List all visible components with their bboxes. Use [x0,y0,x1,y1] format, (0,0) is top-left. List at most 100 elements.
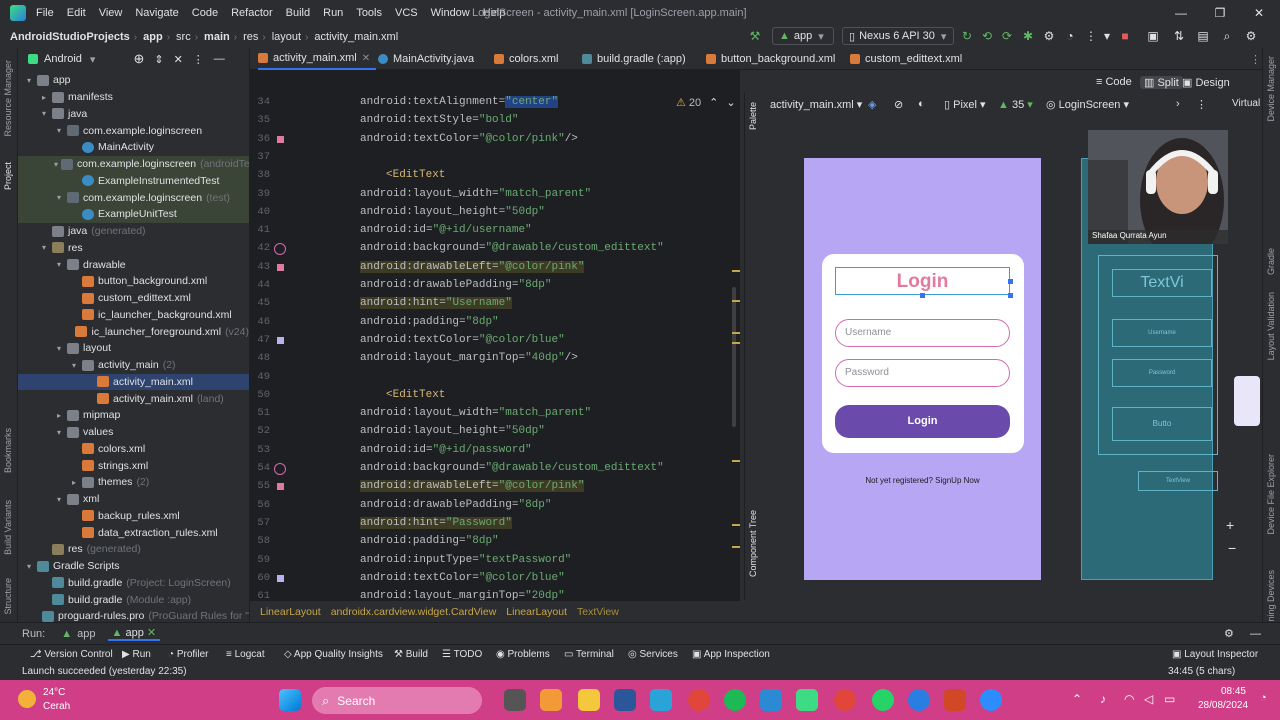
run-config-select[interactable]: ▲ app ▾ [772,27,834,45]
tree-item[interactable]: ▾ values [18,424,249,441]
sdk-icon[interactable]: ▤ [1196,29,1210,43]
tab-colors[interactable]: colors.xml [494,48,559,70]
close-tab-icon[interactable]: ✕ [362,53,370,64]
color-swatch-icon[interactable] [277,483,284,491]
tree-item[interactable]: ▾ app [18,72,249,89]
crumb-app[interactable]: app [143,31,163,43]
tree-item[interactable]: ▸ manifests [18,89,249,106]
color-swatch-icon[interactable] [277,263,284,271]
crumb-textview[interactable]: TextView [577,606,619,618]
tree-item[interactable]: ▾ Gradle Scripts [18,558,249,575]
tree-item[interactable]: ic_launcher_background.xml [18,307,249,324]
run-settings-icon[interactable]: ⚙ [1224,627,1234,640]
color-swatch-icon[interactable] [277,574,284,582]
tree-item[interactable]: ▾ activity_main (2) [18,357,249,374]
tree-item[interactable]: ▾ layout [18,340,249,357]
more-run-icon[interactable]: ⋮ [1084,29,1098,43]
telegram-icon[interactable] [650,689,672,711]
zoom-out-icon[interactable]: − [1228,540,1236,556]
build-tool[interactable]: ⚒ Build [394,649,428,660]
rerun-icon[interactable]: ↻ [960,29,974,43]
tree-item[interactable]: ▾ com.example.loginscreen(androidTest) [18,155,249,173]
apply-code-icon[interactable]: ⟳ [1000,29,1014,43]
file-explorer-icon[interactable] [578,689,600,711]
maximize-icon[interactable]: ❐ [1211,4,1229,22]
tree-item[interactable]: activity_main.xml [18,373,249,391]
expand-arrow-icon[interactable]: ▾ [54,495,64,504]
expand-arrow-icon[interactable]: ▸ [54,411,64,420]
todo-tool[interactable]: ☰ TODO [442,649,482,660]
menu-build[interactable]: Build [286,7,310,19]
tree-item[interactable]: ▸ themes (2) [18,474,249,491]
microphone-icon[interactable]: ♪ [1100,692,1106,706]
split-mode-button[interactable]: ▥ Split [1140,76,1183,89]
menu-navigate[interactable]: Navigate [135,7,178,19]
device-select[interactable]: ▯ Nexus 6 API 30 ▾ [842,27,954,45]
crumb-linearlayout[interactable]: LinearLayout [260,606,321,618]
options-icon[interactable]: ⋮ [193,53,204,66]
notifications-icon[interactable]: ◔ [1260,692,1267,704]
taskbar-search[interactable]: ⌕ Search [312,687,482,714]
tree-item[interactable]: java (generated) [18,223,249,240]
run-tool[interactable]: ▶ Run [122,649,151,660]
chrome-icon[interactable] [688,689,710,711]
minimize-icon[interactable]: — [1172,4,1190,22]
terminal-tool[interactable]: ▭ Terminal [564,649,614,660]
project-view-select[interactable]: Android [44,53,82,65]
expand-icon[interactable]: ✕ [174,53,183,66]
orientation-icon[interactable]: ⊘ [894,98,903,111]
tree-item[interactable]: ExampleUnitTest [18,206,249,223]
device-file-explorer-tab[interactable]: Device File Explorer [1266,454,1276,535]
tree-item[interactable]: activity_main.xml (land) [18,390,249,407]
signup-link[interactable]: Not yet registered? SignUp Now [804,476,1041,485]
collapse-icon[interactable]: ⇕ [154,53,163,66]
warning-stripe[interactable] [732,270,740,272]
device-preview-select[interactable]: ▯ Pixel ▾ [944,98,986,111]
caret-position[interactable]: 34:45 (5 chars) [1168,666,1235,677]
menu-window[interactable]: Window [431,7,470,19]
menu-file[interactable]: File [36,7,54,19]
close-icon[interactable]: ✕ [1250,4,1268,22]
menu-edit[interactable]: Edit [67,7,86,19]
virtual-tab[interactable]: Virtual [1232,98,1260,109]
logcat-tool[interactable]: ≡ Logcat [226,649,265,660]
tree-item[interactable]: ▾ drawable [18,256,249,273]
services-tool[interactable]: ◎ Services [628,649,678,660]
tree-item[interactable]: colors.xml [18,441,249,458]
tab-button-background[interactable]: button_background.xml [706,48,835,70]
color-swatch-icon[interactable] [277,135,284,143]
powerpoint-icon[interactable] [944,689,966,711]
expand-arrow-icon[interactable]: ▾ [69,361,79,370]
expand-arrow-icon[interactable]: ▾ [39,243,49,252]
drawable-preview-icon[interactable] [274,463,286,475]
sync-icon[interactable]: ⇅ [1172,29,1186,43]
expand-arrow-icon[interactable]: ▾ [54,428,64,437]
menu-tools[interactable]: Tools [356,7,382,19]
profiler-tool[interactable]: ◔ Profiler [168,649,209,660]
menu-code[interactable]: Code [192,7,218,19]
tree-item[interactable]: build.gradle (Module :app) [18,591,249,608]
expand-arrow-icon[interactable]: ▸ [69,478,79,487]
tree-item[interactable]: ▾ xml [18,491,249,508]
tab-overflow-icon[interactable]: ⋮ [1250,48,1261,70]
design-surface-icon[interactable]: ◈ [868,98,876,111]
design-mode-button[interactable]: ▣ Design [1182,76,1230,89]
tree-item[interactable]: ▸ mipmap [18,407,249,424]
password-edittext[interactable]: Password [835,359,1010,387]
code-editor[interactable]: 34 35 36 37 38 39 40 41 42 43 44 45 46 47 48 49 50 51 52 53… [250,92,740,600]
attach-debugger-icon[interactable]: ⚙ [1042,29,1056,43]
login-title-textview[interactable]: Login [835,267,1010,295]
api-level-select[interactable]: ▲ 35 ▾ [998,98,1033,111]
device-manager-tab[interactable]: Device Manager [1266,56,1276,122]
tree-item[interactable]: build.gradle (Project: LoginScreen) [18,575,249,592]
resize-handle[interactable] [920,293,925,298]
code-mode-button[interactable]: ≡ Code [1096,76,1132,88]
wifi-icon[interactable]: ◠ [1124,692,1134,706]
zoom-in-icon[interactable]: + [1226,517,1234,533]
bookmarks-tab[interactable]: Bookmarks [3,428,13,473]
weather-desc[interactable]: Cerah [43,701,70,712]
android-studio-icon[interactable] [796,689,818,711]
clock-time[interactable]: 08:45 [1220,686,1246,697]
settings-icon[interactable]: ⚙ [1244,29,1258,43]
build-variants-tab[interactable]: Build Variants [3,500,13,555]
